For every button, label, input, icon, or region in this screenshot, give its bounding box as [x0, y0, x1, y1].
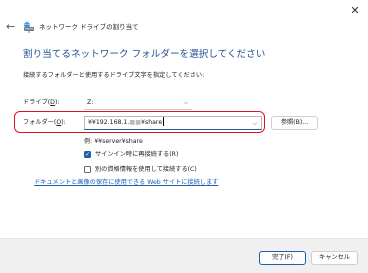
folder-path-value: ¥¥192.168.1.: [88, 119, 130, 126]
close-icon[interactable]: ✕: [348, 4, 362, 18]
reconnect-checkbox[interactable]: ✓: [84, 151, 91, 158]
network-drive-icon: [24, 22, 34, 33]
dialog-title: ネットワーク ドライブの割り当て: [39, 23, 139, 31]
reconnect-label: サインイン時に再接続する(R): [95, 151, 179, 158]
folder-path-suffix: ¥share: [141, 119, 163, 126]
folder-path-masked: ■■: [129, 119, 142, 126]
example-text: 例: ¥¥server¥share: [84, 138, 143, 145]
instruction-text: 接続するフォルダーと使用するドライブ文字を指定してください:: [23, 72, 205, 79]
other-credentials-label: 別の資格情報を使用して接続する(C): [95, 166, 197, 173]
drive-select[interactable]: Z: ⌵: [84, 96, 192, 110]
folder-label-post: ):: [61, 119, 66, 126]
text-caret: [163, 117, 165, 126]
back-arrow-icon[interactable]: ←: [6, 21, 18, 33]
chevron-down-icon: ⌵: [183, 99, 188, 106]
cancel-button[interactable]: キャンセル: [311, 251, 358, 265]
page-heading: 割り当てるネットワーク フォルダーを選択してください: [23, 49, 266, 60]
browse-button[interactable]: 参照(B)...: [271, 116, 318, 130]
folder-label: フォルダー(O):: [23, 118, 66, 128]
folder-path-input[interactable]: ¥¥192.168.1.■■¥share ⌵: [84, 116, 262, 130]
folder-label-pre: フォルダー(: [23, 119, 57, 126]
website-connect-link[interactable]: ドキュメントと画像の保存に使用できる Web サイトに接続します: [34, 178, 218, 188]
drive-label-pre: ドライブ(: [23, 99, 51, 106]
other-credentials-checkbox[interactable]: [84, 166, 91, 173]
chevron-down-icon[interactable]: ⌵: [252, 117, 257, 131]
drive-select-value: Z:: [87, 99, 94, 106]
finish-button[interactable]: 完了(F): [259, 251, 306, 265]
dialog-content: ✕ ← ネットワーク ドライブの割り当て 割り当てるネットワーク フォルダーを選…: [0, 0, 368, 238]
map-network-drive-dialog: ✕ ← ネットワーク ドライブの割り当て 割り当てるネットワーク フォルダーを選…: [0, 0, 368, 273]
drive-label: ドライブ(D):: [23, 98, 59, 108]
drive-label-post: ):: [54, 99, 60, 106]
